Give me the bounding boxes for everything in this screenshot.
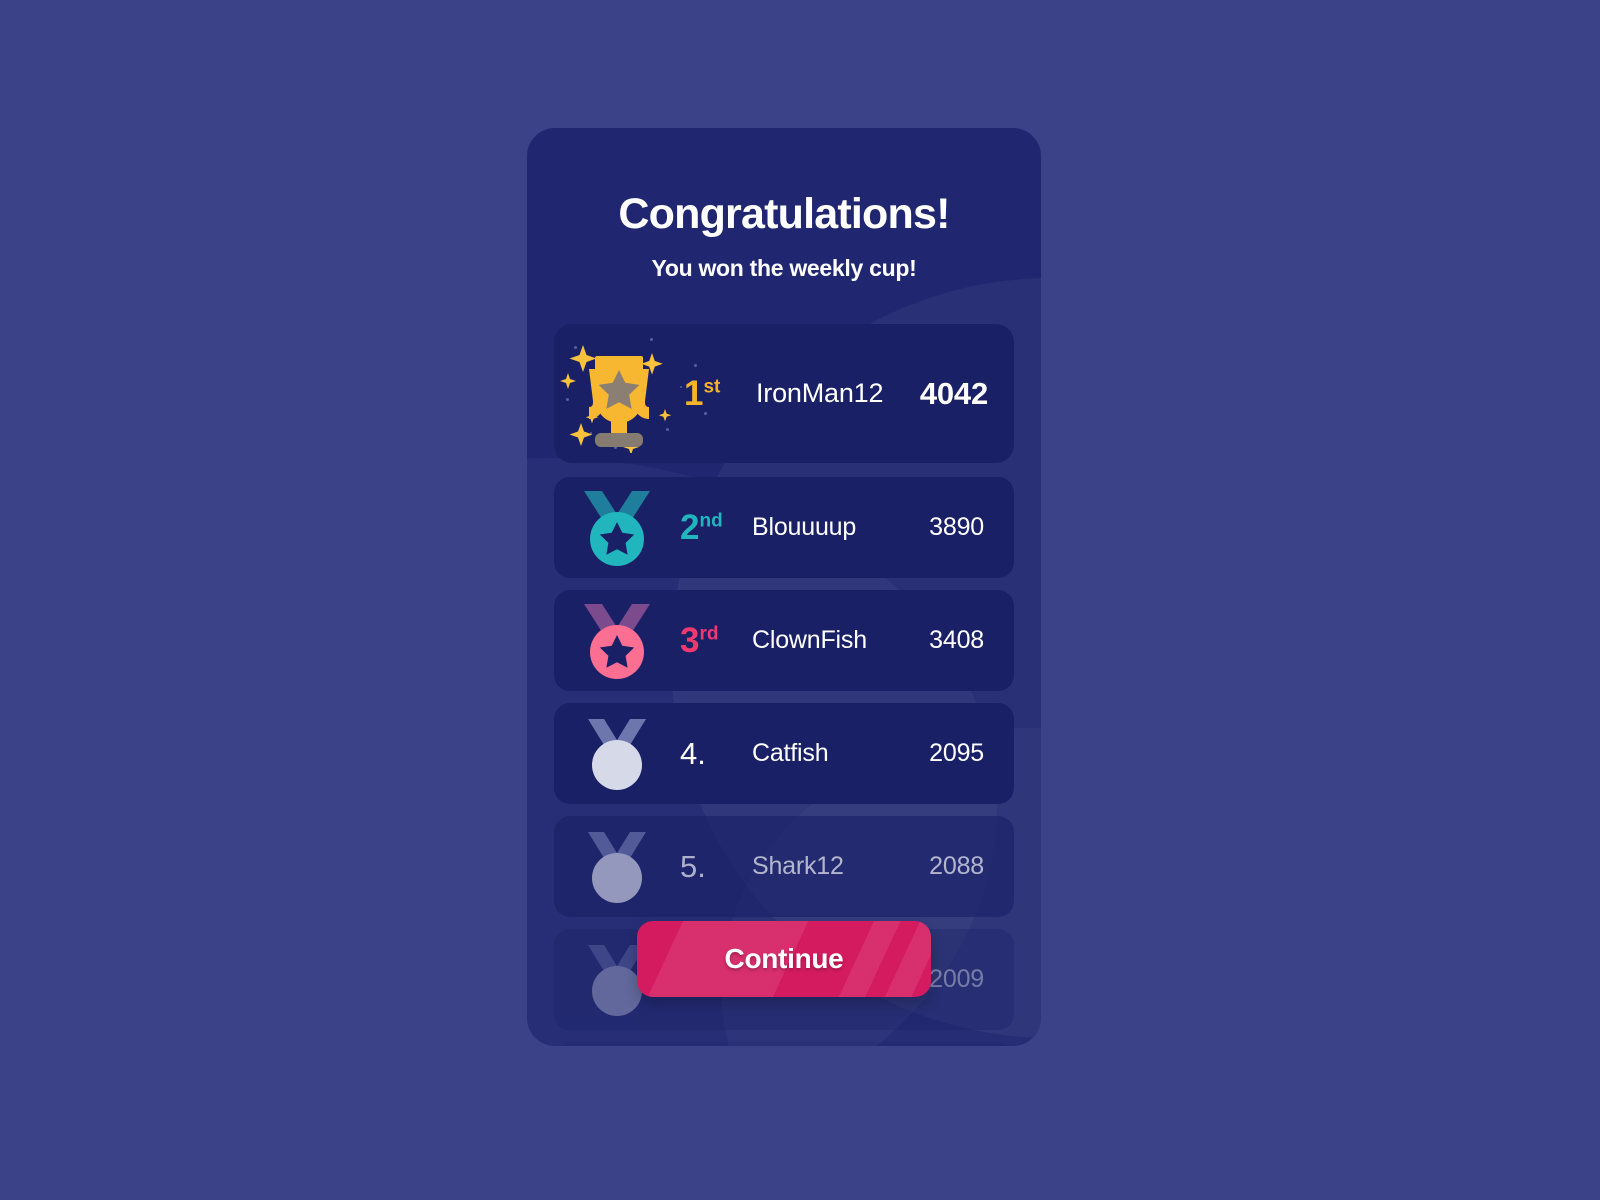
- medal-silver-icon: [554, 711, 680, 797]
- player-score: 3890: [929, 513, 984, 541]
- rank-number: 5.: [680, 848, 706, 884]
- page-subtitle: You won the weekly cup!: [651, 255, 917, 281]
- player-name: Catfish: [752, 739, 829, 767]
- table-row[interactable]: 1st IronMan12 4042: [554, 324, 1014, 463]
- medal-pink-icon: [554, 598, 680, 684]
- table-row[interactable]: 7. Bubbble 1934: [554, 1042, 1014, 1046]
- rank-label: 2nd: [680, 508, 752, 548]
- table-row[interactable]: 3rd ClownFish 3408: [554, 590, 1014, 691]
- table-row[interactable]: 4. Catfish 2095: [554, 703, 1014, 804]
- player-name: Blouuuup: [752, 513, 857, 541]
- player-name: Shark12: [752, 852, 844, 880]
- page-title: Congratulations!: [618, 190, 950, 238]
- rank-suffix: st: [703, 375, 721, 397]
- rank-suffix: rd: [699, 622, 719, 644]
- player-name: IronMan12: [756, 378, 884, 408]
- player-score: 3408: [929, 626, 984, 654]
- player-score: 2095: [929, 739, 984, 767]
- rank-label: 4.: [680, 736, 752, 772]
- player-score: 4042: [919, 375, 988, 411]
- card-header: Congratulations! You won the weekly cup!: [527, 128, 1041, 282]
- table-row[interactable]: 2nd Blouuuup 3890: [554, 477, 1014, 578]
- continue-button[interactable]: Continue: [637, 921, 931, 997]
- table-row[interactable]: 5. Shark12 2088: [554, 816, 1014, 917]
- player-score: 2088: [929, 852, 984, 880]
- rank-number: 4.: [680, 735, 706, 771]
- player-score: 2009: [929, 965, 984, 993]
- rank-label: 5.: [680, 849, 752, 885]
- rank-label: 3rd: [680, 621, 752, 661]
- rank-number: 3: [680, 620, 700, 660]
- continue-button-label: Continue: [724, 943, 844, 974]
- player-name: ClownFish: [752, 626, 867, 654]
- medal-teal-icon: [554, 485, 680, 571]
- trophy-icon: [554, 335, 684, 453]
- rank-number: 2: [680, 507, 700, 547]
- rank-label: 1st: [684, 374, 756, 414]
- rank-suffix: nd: [699, 509, 723, 531]
- congratulations-card: Congratulations! You won the weekly cup!: [527, 128, 1041, 1046]
- rank-number: 1: [684, 373, 704, 413]
- medal-silver-icon: [554, 824, 680, 910]
